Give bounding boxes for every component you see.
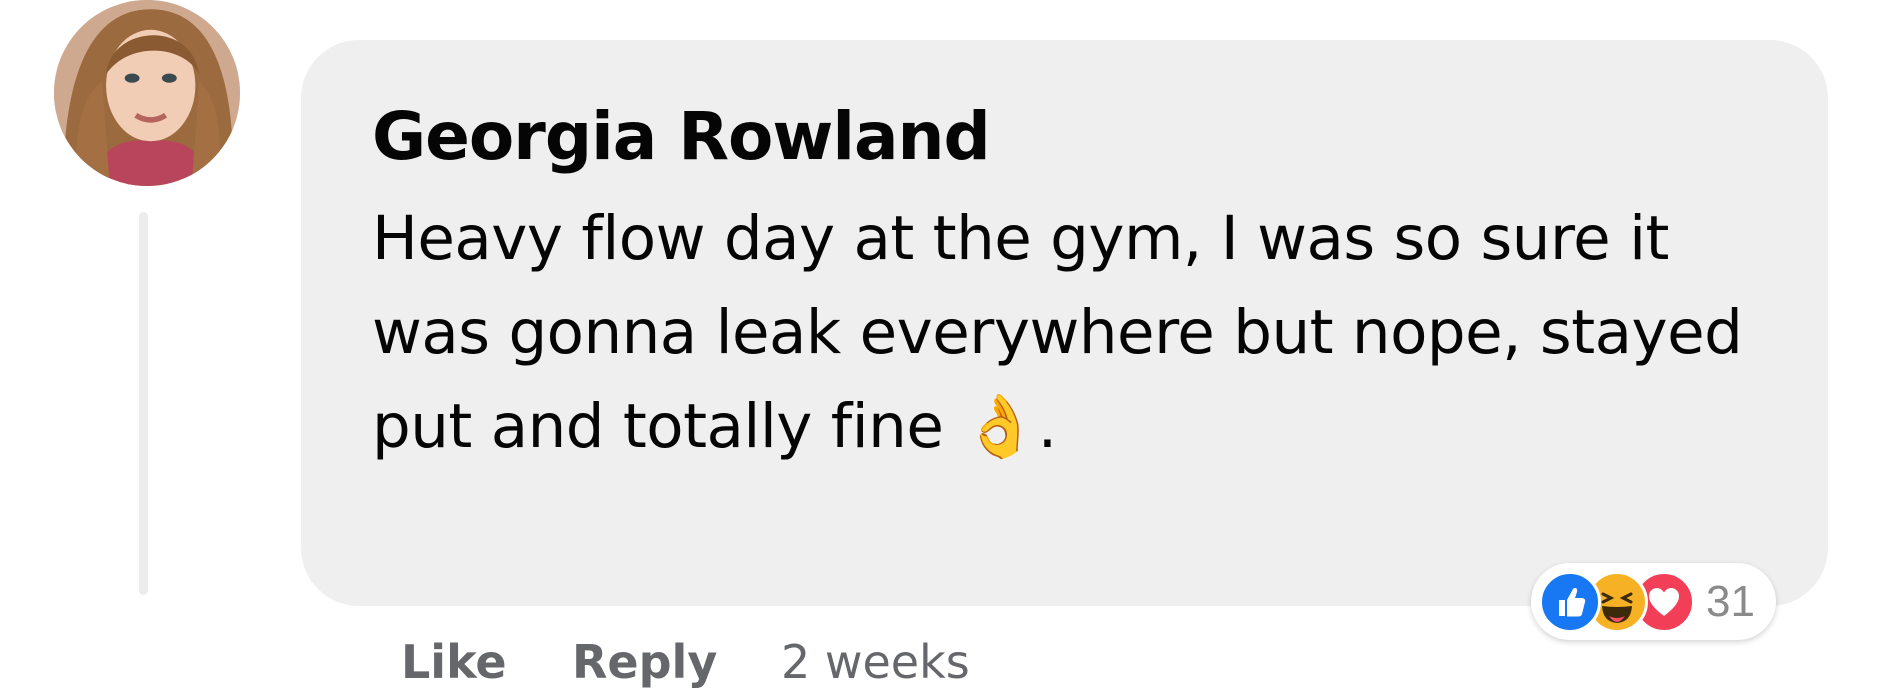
comment-author[interactable]: Georgia Rowland — [372, 92, 991, 182]
reaction-count: 31 — [1706, 577, 1755, 626]
like-icon — [1539, 571, 1601, 633]
comment-text: Heavy flow day at the gym, I was so sure… — [372, 203, 1743, 462]
reactions-summary[interactable]: 31 — [1531, 563, 1776, 640]
avatar-photo — [54, 0, 240, 186]
thread-line — [139, 212, 148, 595]
avatar[interactable] — [54, 0, 240, 186]
comment-timestamp[interactable]: 2 weeks — [781, 636, 970, 688]
like-button[interactable]: Like — [401, 636, 507, 688]
reply-button[interactable]: Reply — [572, 636, 717, 688]
